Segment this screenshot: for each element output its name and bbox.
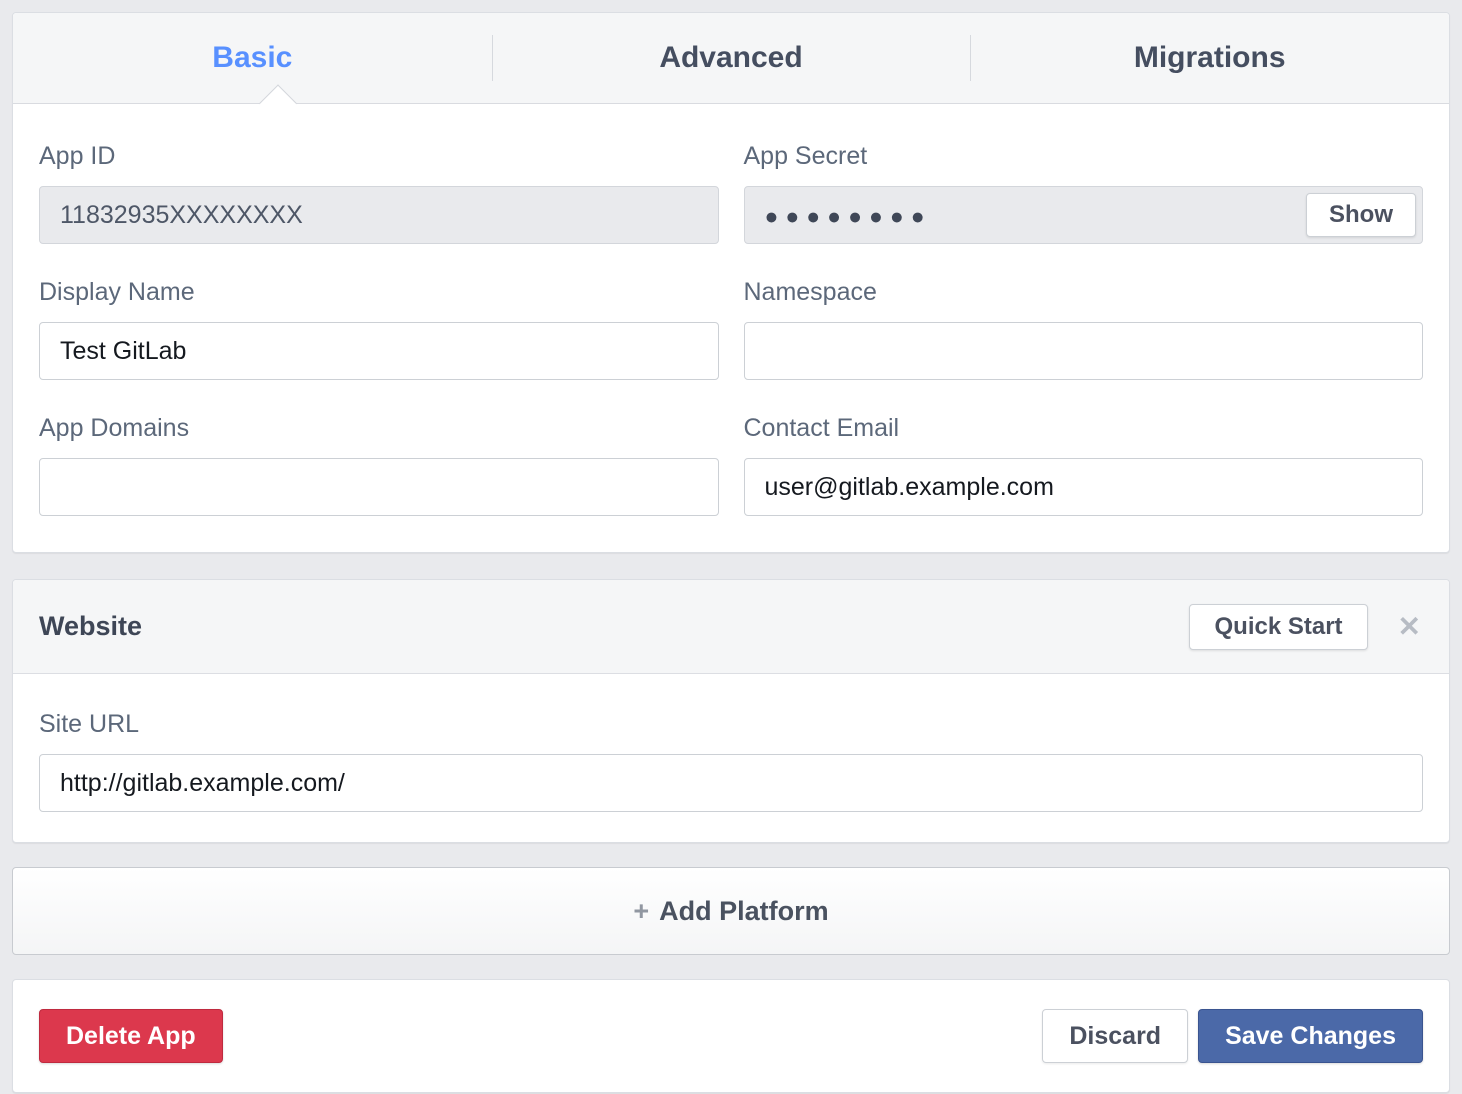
contact-email-input[interactable] bbox=[744, 458, 1424, 516]
website-section-header: Website Quick Start ✕ bbox=[13, 580, 1449, 674]
site-url-label: Site URL bbox=[39, 710, 1423, 739]
app-secret-field-group: App Secret ●●●●●●●● Show bbox=[744, 142, 1424, 244]
app-secret-masked-value: ●●●●●●●● bbox=[765, 203, 932, 228]
tab-advanced[interactable]: Advanced bbox=[492, 13, 971, 103]
website-section-title: Website bbox=[39, 611, 1189, 642]
quick-start-button[interactable]: Quick Start bbox=[1189, 604, 1367, 650]
tab-basic[interactable]: Basic bbox=[13, 13, 492, 103]
delete-app-button[interactable]: Delete App bbox=[39, 1009, 223, 1063]
settings-tab-bar: Basic Advanced Migrations bbox=[13, 13, 1449, 104]
tab-migrations[interactable]: Migrations bbox=[970, 13, 1449, 103]
display-name-field-group: Display Name bbox=[39, 278, 719, 380]
footer-action-bar: Delete App Discard Save Changes bbox=[12, 979, 1450, 1093]
save-changes-button[interactable]: Save Changes bbox=[1198, 1009, 1423, 1063]
close-icon[interactable]: ✕ bbox=[1398, 613, 1421, 641]
plus-icon: + bbox=[633, 896, 649, 927]
app-secret-label: App Secret bbox=[744, 142, 1424, 171]
namespace-input[interactable] bbox=[744, 322, 1424, 380]
basic-settings-form: App ID App Secret ●●●●●●●● Show Display … bbox=[13, 104, 1449, 552]
display-name-label: Display Name bbox=[39, 278, 719, 307]
website-section-body: Site URL bbox=[13, 674, 1449, 842]
namespace-field-group: Namespace bbox=[744, 278, 1424, 380]
show-secret-button[interactable]: Show bbox=[1306, 193, 1416, 237]
app-id-field-group: App ID bbox=[39, 142, 719, 244]
basic-settings-card: Basic Advanced Migrations App ID App Sec… bbox=[12, 12, 1450, 553]
app-id-label: App ID bbox=[39, 142, 719, 171]
tab-migrations-label: Migrations bbox=[1134, 41, 1286, 75]
site-url-field-group: Site URL bbox=[39, 710, 1423, 812]
app-secret-wrap: ●●●●●●●● Show bbox=[744, 186, 1424, 244]
add-platform-button[interactable]: + Add Platform bbox=[12, 867, 1450, 955]
add-platform-label: Add Platform bbox=[659, 896, 829, 927]
tab-basic-label: Basic bbox=[212, 41, 292, 75]
website-platform-card: Website Quick Start ✕ Site URL bbox=[12, 579, 1450, 843]
app-domains-field-group: App Domains bbox=[39, 414, 719, 516]
contact-email-label: Contact Email bbox=[744, 414, 1424, 443]
app-id-input bbox=[39, 186, 719, 244]
contact-email-field-group: Contact Email bbox=[744, 414, 1424, 516]
namespace-label: Namespace bbox=[744, 278, 1424, 307]
discard-button[interactable]: Discard bbox=[1042, 1009, 1188, 1063]
tab-advanced-label: Advanced bbox=[659, 41, 802, 75]
site-url-input[interactable] bbox=[39, 754, 1423, 812]
app-domains-input[interactable] bbox=[39, 458, 719, 516]
app-domains-label: App Domains bbox=[39, 414, 719, 443]
display-name-input[interactable] bbox=[39, 322, 719, 380]
